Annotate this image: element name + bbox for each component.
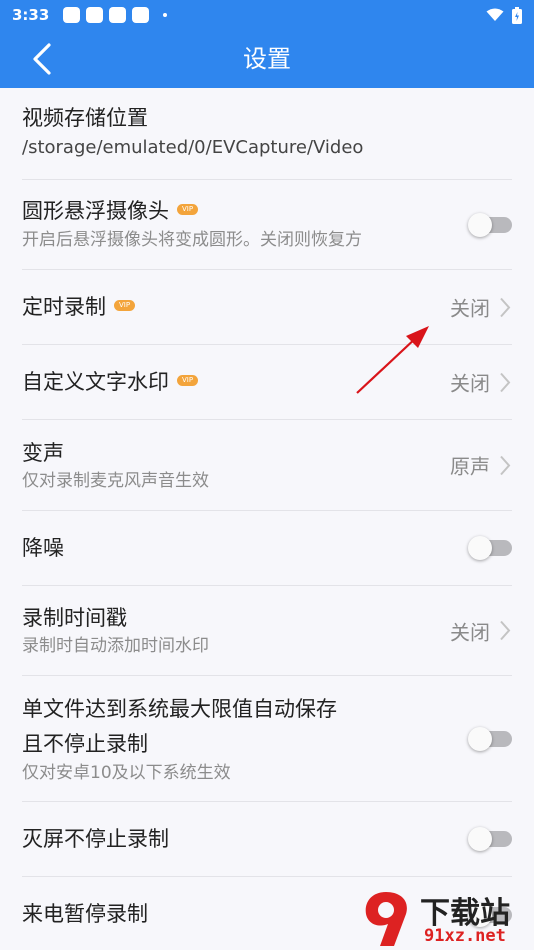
wifi-icon bbox=[486, 8, 504, 21]
setting-title-line2: 且不停止录制 bbox=[22, 732, 148, 756]
setting-scheduled-recording[interactable]: 定时录制 VIP 关闭 bbox=[22, 270, 512, 345]
noise-reduction-toggle[interactable] bbox=[468, 536, 512, 560]
auto-save-toggle[interactable] bbox=[468, 726, 512, 751]
notification-icons bbox=[63, 7, 168, 23]
vip-badge: VIP bbox=[114, 299, 136, 311]
app-bar: 设置 bbox=[0, 30, 534, 88]
page-title: 设置 bbox=[243, 45, 291, 73]
notification-icon bbox=[132, 7, 150, 23]
setting-recording-timestamp[interactable]: 录制时间戳 录制时自动添加时间水印 关闭 bbox=[22, 586, 512, 676]
chevron-right-icon bbox=[500, 455, 511, 475]
setting-title: 视频存储位置 bbox=[22, 106, 148, 130]
more-notifications-icon bbox=[163, 13, 168, 17]
setting-value: 关闭 bbox=[450, 620, 490, 644]
setting-value: 关闭 bbox=[450, 371, 490, 396]
setting-storage-location[interactable]: 视频存储位置 /storage/emulated/0/EVCapture/Vid… bbox=[22, 88, 512, 180]
site-watermark: 下载站 91xz.net bbox=[360, 888, 528, 950]
chevron-right-icon bbox=[500, 372, 511, 392]
setting-round-floating-camera[interactable]: 圆形悬浮摄像头 VIP 开启后悬浮摄像头将变成圆形。关闭则恢复方 bbox=[22, 180, 512, 270]
setting-value: 关闭 bbox=[450, 296, 490, 321]
battery-icon bbox=[512, 6, 522, 24]
settings-list: 视频存储位置 /storage/emulated/0/EVCapture/Vid… bbox=[0, 88, 534, 950]
setting-value: 原声 bbox=[450, 454, 490, 479]
watermark-logo-icon bbox=[365, 892, 407, 946]
chevron-right-icon bbox=[500, 297, 511, 317]
notification-icon bbox=[63, 7, 81, 23]
setting-subtitle: 仅对安卓10及以下系统生效 bbox=[22, 763, 231, 783]
screen-off-toggle[interactable] bbox=[468, 827, 512, 851]
notification-icon bbox=[86, 7, 104, 23]
status-time: 3:33 bbox=[12, 6, 50, 24]
vip-badge: VIP bbox=[177, 374, 199, 386]
setting-title: 变声 bbox=[22, 441, 64, 465]
status-bar: 3:33 bbox=[0, 0, 534, 30]
back-arrow-icon bbox=[33, 43, 51, 75]
round-camera-toggle[interactable] bbox=[468, 212, 512, 237]
notification-icon bbox=[109, 7, 127, 23]
chevron-right-icon bbox=[500, 620, 511, 641]
vip-badge: VIP bbox=[177, 203, 199, 215]
setting-subtitle: 开启后悬浮摄像头将变成圆形。关闭则恢复方 bbox=[22, 230, 362, 250]
setting-title: 录制时间戳 bbox=[22, 606, 127, 630]
setting-title: 灭屏不停止录制 bbox=[22, 827, 169, 851]
setting-title: 单文件达到系统最大限值自动保存 bbox=[22, 697, 337, 721]
setting-auto-save-max-file[interactable]: 单文件达到系统最大限值自动保存 且不停止录制 仅对安卓10及以下系统生效 bbox=[22, 676, 512, 802]
setting-title: 圆形悬浮摄像头 bbox=[22, 199, 169, 223]
setting-screen-off-recording[interactable]: 灭屏不停止录制 bbox=[22, 802, 512, 877]
setting-noise-reduction[interactable]: 降噪 bbox=[22, 511, 512, 586]
setting-title: 定时录制 bbox=[22, 295, 106, 319]
setting-title: 降噪 bbox=[22, 536, 64, 560]
setting-subtitle: 录制时自动添加时间水印 bbox=[22, 636, 209, 656]
setting-title: 自定义文字水印 bbox=[22, 370, 169, 394]
setting-custom-text-watermark[interactable]: 自定义文字水印 VIP 关闭 bbox=[22, 345, 512, 420]
storage-path: /storage/emulated/0/EVCapture/Video bbox=[22, 137, 364, 158]
back-button[interactable] bbox=[22, 39, 62, 79]
watermark-url: 91xz.net bbox=[424, 926, 506, 946]
setting-voice-changer[interactable]: 变声 仅对录制麦克风声音生效 原声 bbox=[22, 420, 512, 511]
setting-subtitle: 仅对录制麦克风声音生效 bbox=[22, 471, 209, 491]
